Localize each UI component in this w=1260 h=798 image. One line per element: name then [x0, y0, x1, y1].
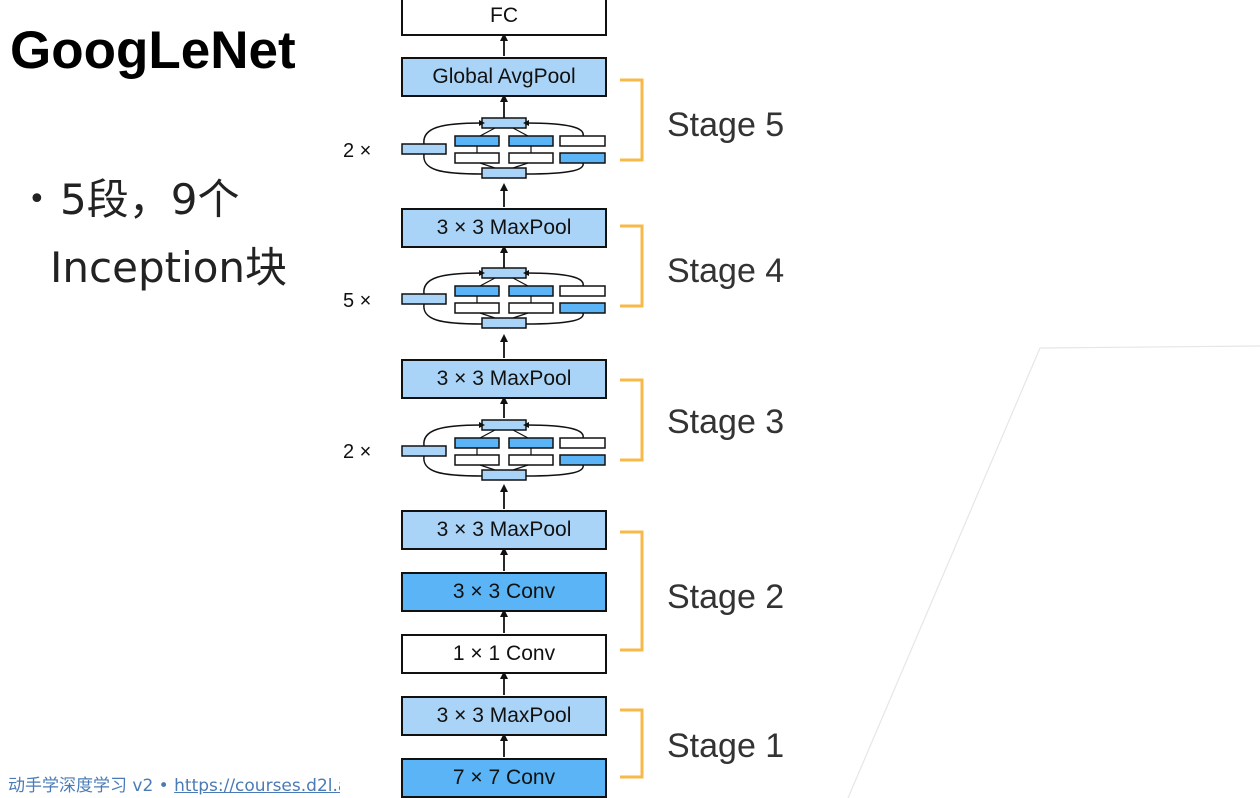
stage-3-label: Stage 3 — [667, 403, 785, 441]
maxpool-layer-stage4: 3 × 3 MaxPool — [401, 208, 607, 248]
conv3x3-layer: 3 × 3 Conv — [401, 572, 607, 612]
maxpool-layer-stage3: 3 × 3 MaxPool — [401, 359, 607, 399]
global-avgpool-layer: Global AvgPool — [401, 57, 607, 97]
repeat-label-stage5: 2 × — [343, 140, 372, 162]
conv1x1-layer: 1 × 1 Conv — [401, 634, 607, 674]
stage-5-bracket — [620, 78, 644, 162]
stage-4-label: Stage 4 — [667, 252, 785, 290]
architecture-diagram — [0, 33, 644, 779]
stage-2-bracket — [620, 530, 644, 652]
stage-3-bracket — [620, 378, 644, 462]
maxpool-layer-stage2: 3 × 3 MaxPool — [401, 510, 607, 550]
inception-block-stage3 — [402, 420, 605, 480]
conv7x7-layer: 7 × 7 Conv — [401, 758, 607, 798]
fc-layer: FC — [401, 0, 607, 36]
repeat-label-stage4: 5 × — [343, 290, 372, 312]
stage-1-label: Stage 1 — [667, 727, 785, 765]
inception-block-stage4 — [402, 268, 605, 328]
maxpool-layer-stage1: 3 × 3 MaxPool — [401, 696, 607, 736]
stage-5-label: Stage 5 — [667, 106, 785, 144]
stage-4-bracket — [620, 224, 644, 308]
stage-2-label: Stage 2 — [667, 578, 785, 616]
stage-1-bracket — [620, 708, 644, 779]
inception-block-stage5 — [402, 118, 605, 178]
repeat-label-stage3: 2 × — [343, 441, 372, 463]
